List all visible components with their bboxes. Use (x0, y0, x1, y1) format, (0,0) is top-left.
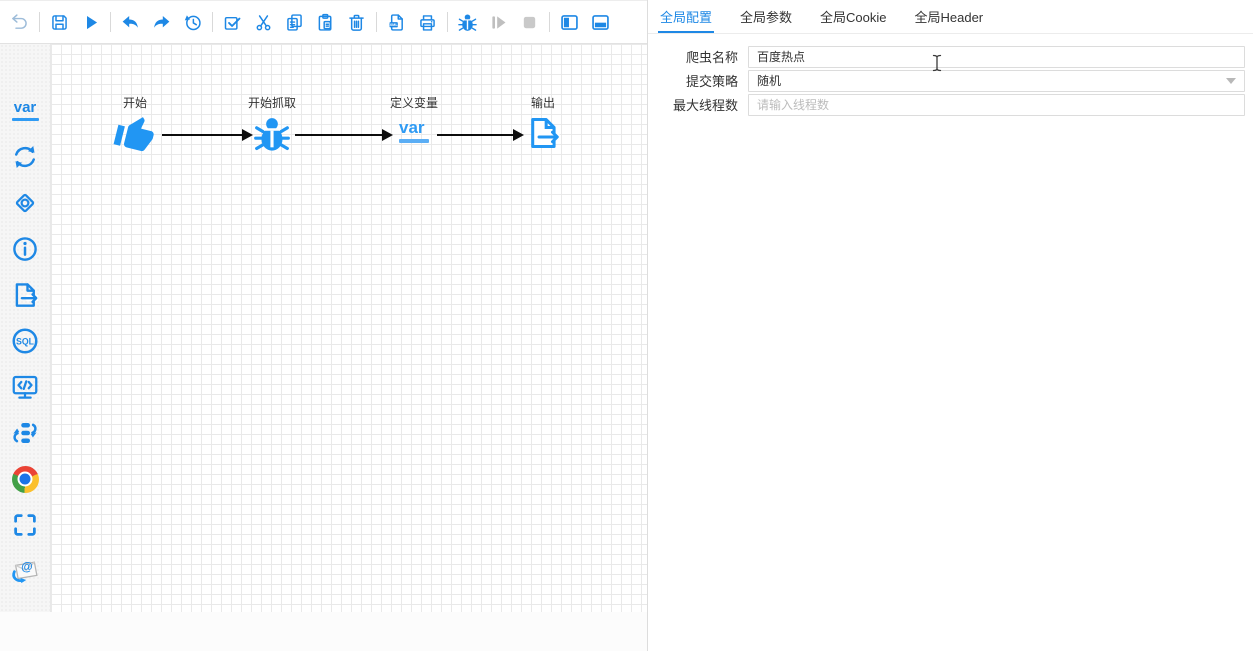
toggle-bottom-panel-icon[interactable] (589, 11, 612, 34)
divider (376, 12, 377, 32)
node-output[interactable]: 输出 (498, 94, 588, 152)
return-icon[interactable] (8, 11, 31, 34)
toggle-left-panel-icon[interactable] (558, 11, 581, 34)
edge-crawl-to-variable[interactable] (295, 129, 393, 141)
bottom-strip (0, 612, 647, 651)
email-at-icon: @ (12, 559, 38, 584)
output-node-tool[interactable] (0, 280, 50, 310)
chevron-down-icon (1226, 77, 1236, 84)
comment-node-tool[interactable] (0, 234, 50, 264)
svg-text:XML: XML (390, 23, 399, 27)
divider (110, 12, 111, 32)
crawler-name-label: 爬虫名称 (685, 50, 738, 65)
var-icon: var (11, 100, 39, 121)
max-threads-input[interactable] (748, 93, 1245, 116)
divider (549, 12, 550, 32)
divider (39, 12, 40, 32)
tab-global-params[interactable]: 全局参数 (738, 7, 794, 33)
stop-icon[interactable] (518, 11, 541, 34)
corner-brackets-icon (14, 514, 36, 536)
submit-strategy-label: 提交策略 (685, 74, 738, 89)
max-threads-label: 最大线程数 (672, 98, 738, 113)
toolbar: XML (0, 0, 647, 44)
config-tabs: 全局配置 全局参数 全局Cookie 全局Header (648, 0, 1253, 34)
node-crawl[interactable]: 开始抓取 (227, 94, 317, 154)
tab-global-config[interactable]: 全局配置 (658, 7, 715, 33)
tab-global-cookie[interactable]: 全局Cookie (818, 7, 888, 33)
subprocess-node-tool[interactable] (0, 418, 50, 448)
node-label: 开始 (122, 96, 147, 110)
step-over-icon[interactable] (487, 11, 510, 34)
svg-text:@: @ (21, 559, 33, 573)
tab-global-header[interactable]: 全局Header (913, 7, 986, 33)
flow-canvas[interactable]: 开始 开始抓取 定义变量 var 输出 (51, 44, 647, 612)
document-arrow-icon (531, 118, 560, 148)
copy-icon[interactable] (283, 11, 306, 34)
node-palette: var SQL @ (0, 44, 51, 612)
delete-icon[interactable] (345, 11, 368, 34)
document-arrow-icon (15, 283, 39, 307)
undo-icon[interactable] (119, 11, 142, 34)
diamond-icon (15, 193, 35, 213)
cut-icon[interactable] (252, 11, 275, 34)
run-icon[interactable] (79, 11, 102, 34)
script-node-tool[interactable] (0, 372, 50, 402)
multi-select-icon[interactable] (221, 11, 244, 34)
node-label: 开始抓取 (247, 96, 296, 110)
info-circle-icon (13, 237, 37, 261)
submit-strategy-select[interactable]: 随机 (748, 69, 1245, 92)
paste-icon[interactable] (314, 11, 337, 34)
node-start[interactable]: 开始 (90, 94, 180, 154)
global-config-form: 爬虫名称 提交策略 随机 最大线程数 (648, 34, 1253, 116)
thumb-up-icon (113, 117, 154, 152)
export-xml-icon[interactable]: XML (385, 11, 408, 34)
variable-node-tool[interactable]: var (0, 96, 50, 126)
config-panel: 全局配置 全局参数 全局Cookie 全局Header 爬虫名称 提交策略 随机… (647, 0, 1253, 651)
selected-option: 随机 (757, 74, 782, 88)
browser-node-tool[interactable] (0, 464, 50, 494)
print-icon[interactable] (416, 11, 439, 34)
debug-icon[interactable] (456, 11, 479, 34)
condition-node-tool[interactable] (0, 188, 50, 218)
save-icon[interactable] (48, 11, 71, 34)
bug-icon (254, 118, 290, 151)
subflow-arrows-icon (13, 423, 37, 443)
crawler-name-input[interactable] (748, 45, 1245, 68)
divider (447, 12, 448, 32)
sql-circle-icon: SQL (12, 328, 38, 354)
history-icon[interactable] (181, 11, 204, 34)
divider (212, 12, 213, 32)
var-icon: var (399, 119, 429, 143)
svg-text:SQL: SQL (16, 336, 35, 346)
edge-variable-to-output[interactable] (437, 129, 524, 141)
sql-node-tool[interactable]: SQL (0, 326, 50, 356)
email-node-tool[interactable]: @ (0, 556, 50, 586)
edge-start-to-crawl[interactable] (162, 129, 253, 141)
redo-icon[interactable] (150, 11, 173, 34)
capture-node-tool[interactable] (0, 510, 50, 540)
spider-flow-designer: XML var SQL @ 开始 开始抓取 定义变量 var 输出 全局配置 全… (0, 0, 1253, 651)
node-label: 定义变量 (389, 96, 438, 110)
crawler-node-tool[interactable] (0, 50, 50, 80)
loop-node-tool[interactable] (0, 142, 50, 172)
chrome-icon (11, 465, 39, 493)
loop-arrows-icon (15, 146, 35, 168)
node-label: 输出 (530, 96, 555, 110)
code-monitor-icon (12, 375, 38, 399)
